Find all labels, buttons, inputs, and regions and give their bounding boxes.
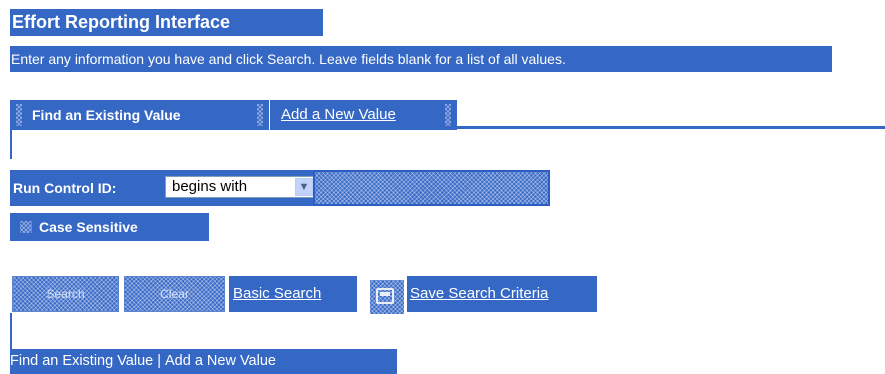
case-sensitive-row: Case Sensitive bbox=[10, 213, 209, 241]
tab-add-label: Add a New Value bbox=[281, 106, 396, 123]
basic-search-label: Basic Search bbox=[233, 285, 322, 302]
tab-strip-divider bbox=[457, 126, 885, 129]
run-control-id-input[interactable] bbox=[313, 170, 550, 206]
save-icon bbox=[376, 288, 394, 304]
tab-right-edge bbox=[445, 104, 451, 126]
footer-links: Find an Existing Value | Add a New Value bbox=[10, 349, 397, 374]
tab-panel-border bbox=[10, 130, 12, 159]
tab-right-edge bbox=[257, 104, 263, 126]
clear-button[interactable]: Clear bbox=[124, 276, 225, 312]
footer-add-new-link[interactable]: Add a New Value bbox=[165, 349, 276, 374]
run-control-operator-select[interactable]: begins with ▼ bbox=[165, 176, 315, 198]
page-title: Effort Reporting Interface bbox=[10, 9, 323, 36]
footer-border bbox=[10, 313, 12, 349]
tab-left-edge bbox=[16, 104, 22, 126]
clear-button-label: Clear bbox=[160, 287, 189, 301]
run-control-row: Run Control ID: begins with ▼ bbox=[10, 170, 315, 206]
footer-separator: | bbox=[157, 353, 161, 369]
save-search-criteria-link[interactable]: Save Search Criteria bbox=[407, 276, 597, 312]
page-instructions: Enter any information you have and click… bbox=[10, 46, 832, 72]
save-search-criteria-label: Save Search Criteria bbox=[410, 285, 549, 302]
case-sensitive-checkbox[interactable] bbox=[20, 221, 32, 233]
case-sensitive-label: Case Sensitive bbox=[39, 219, 138, 235]
footer-find-existing-link[interactable]: Find an Existing Value bbox=[10, 349, 153, 374]
basic-search-link[interactable]: Basic Search bbox=[229, 276, 357, 312]
tab-find-existing-value[interactable]: Find an Existing Value bbox=[10, 100, 269, 130]
search-button-label: Search bbox=[46, 287, 85, 301]
chevron-down-icon[interactable]: ▼ bbox=[295, 178, 313, 196]
run-control-label: Run Control ID: bbox=[13, 180, 117, 196]
save-search-icon[interactable] bbox=[370, 280, 404, 314]
tab-find-label: Find an Existing Value bbox=[32, 107, 181, 123]
search-button[interactable]: Search bbox=[12, 276, 119, 312]
tab-add-new-value[interactable]: Add a New Value bbox=[270, 100, 457, 130]
run-control-operator-value: begins with bbox=[172, 178, 248, 195]
